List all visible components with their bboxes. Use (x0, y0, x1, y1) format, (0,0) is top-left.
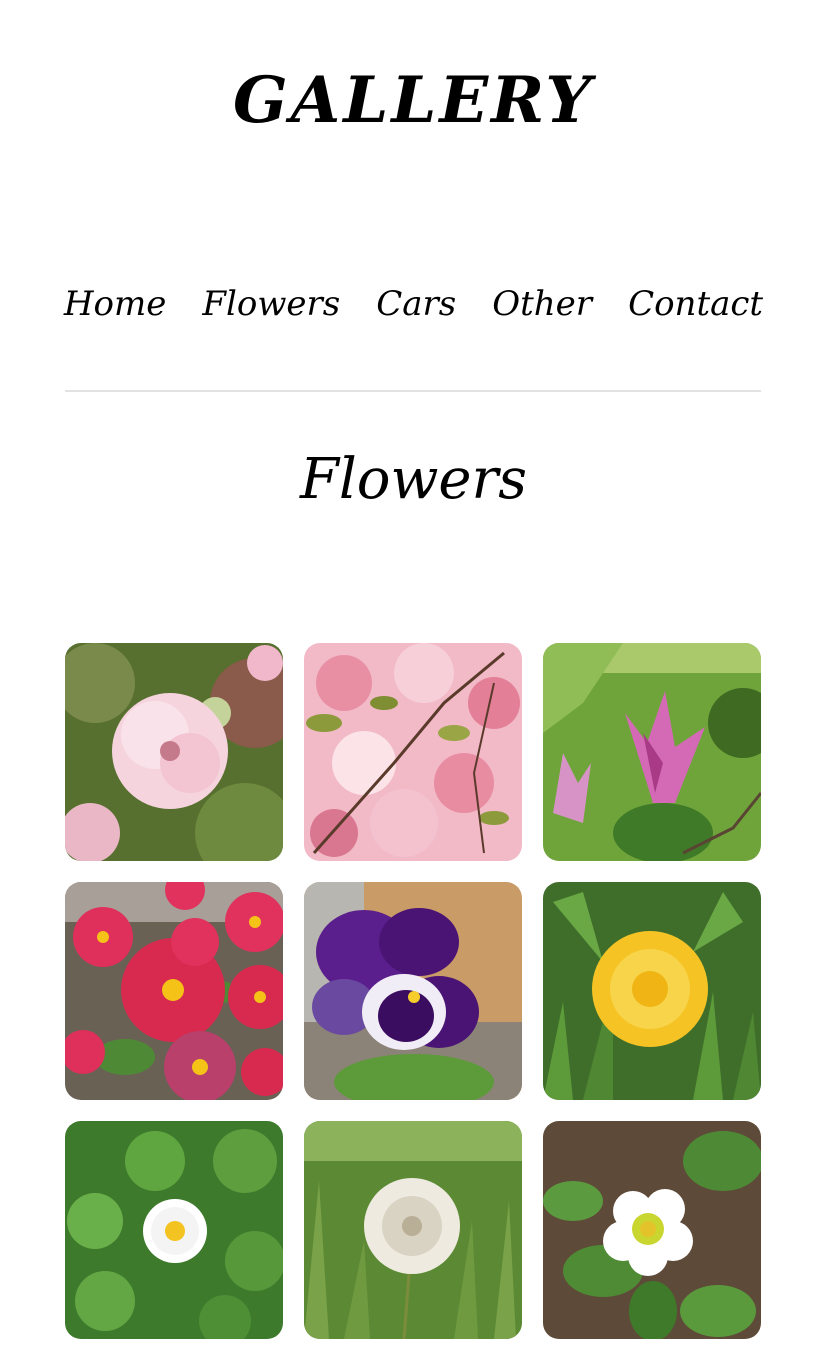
seed-head-photo (304, 1121, 522, 1339)
pink-cherry-blossom-photo (65, 643, 283, 861)
nav-cars[interactable]: Cars (376, 278, 456, 330)
gallery-image-cherry-branches[interactable] (304, 643, 522, 861)
gallery-image-strawberry-flower[interactable] (543, 1121, 761, 1339)
gallery-image-red-daisies[interactable] (65, 882, 283, 1100)
header-divider (65, 390, 761, 392)
pansy-photo (304, 882, 522, 1100)
strawberry-flower-photo (543, 1121, 761, 1339)
gallery-image-magnolia[interactable] (543, 643, 761, 861)
gallery-image-pansy[interactable] (304, 882, 522, 1100)
cherry-branches-photo (304, 643, 522, 861)
nav-home[interactable]: Home (64, 278, 166, 330)
photo-gallery (65, 643, 761, 1339)
site-title: GALLERY (233, 63, 594, 138)
main-nav: Home Flowers Cars Other Contact (0, 278, 827, 330)
dandelion-photo (543, 882, 761, 1100)
nav-contact[interactable]: Contact (628, 278, 763, 330)
nav-other[interactable]: Other (492, 278, 592, 330)
gallery-image-pink-cherry-blossom[interactable] (65, 643, 283, 861)
red-daisies-photo (65, 882, 283, 1100)
magnolia-photo (543, 643, 761, 861)
page-heading: Flowers (299, 447, 528, 512)
white-daisy-photo (65, 1121, 283, 1339)
gallery-image-seed-head[interactable] (304, 1121, 522, 1339)
gallery-image-dandelion[interactable] (543, 882, 761, 1100)
gallery-image-white-daisy[interactable] (65, 1121, 283, 1339)
nav-flowers[interactable]: Flowers (202, 278, 340, 330)
